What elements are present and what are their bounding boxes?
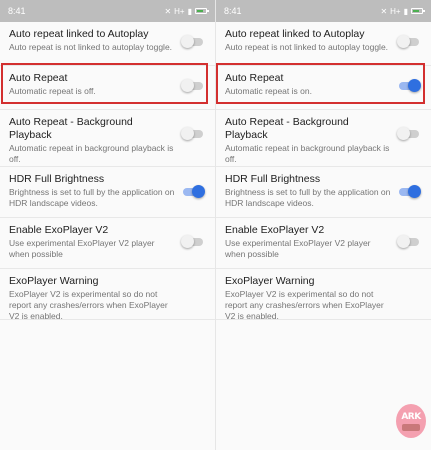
setting-exoplayer-warning: ExoPlayer Warning ExoPlayer V2 is experi… bbox=[0, 269, 215, 321]
network-type: H+ bbox=[390, 6, 401, 16]
status-time: 8:41 bbox=[224, 6, 242, 16]
toggle-thumb bbox=[408, 185, 421, 198]
status-bar: 8:41 ✕ H+ ▮ bbox=[216, 0, 431, 22]
toggle-thumb bbox=[397, 235, 410, 248]
setting-summary: Automatic repeat in background playback … bbox=[9, 143, 174, 164]
setting-title: Auto repeat linked to Autoplay bbox=[225, 28, 365, 40]
setting-title: Enable ExoPlayer V2 bbox=[225, 224, 325, 236]
signal-icon: ▮ bbox=[187, 6, 192, 16]
setting-summary: Auto repeat is not linked to autoplay to… bbox=[9, 42, 173, 52]
setting-auto-repeat-linked[interactable]: Auto repeat linked to Autoplay Auto repe… bbox=[216, 22, 431, 66]
battery-icon bbox=[195, 8, 209, 14]
status-bar: 8:41 ✕ H+ ▮ bbox=[0, 0, 215, 22]
auto-repeat-linked-toggle[interactable] bbox=[181, 35, 203, 48]
ark-logo-text: ARK bbox=[401, 411, 421, 422]
setting-summary: ExoPlayer V2 is experimental so do not r… bbox=[225, 289, 384, 321]
setting-summary: Use experimental ExoPlayer V2 player whe… bbox=[225, 238, 371, 259]
setting-summary: Auto repeat is not linked to autoplay to… bbox=[225, 42, 389, 52]
setting-exoplayer-warning: ExoPlayer Warning ExoPlayer V2 is experi… bbox=[216, 269, 431, 321]
setting-summary: Brightness is set to full by the applica… bbox=[225, 187, 391, 208]
hdr-full-brightness-toggle[interactable] bbox=[183, 185, 205, 198]
setting-enable-exoplayer-v2[interactable]: Enable ExoPlayer V2 Use experimental Exo… bbox=[0, 218, 215, 269]
toggle-thumb bbox=[397, 127, 410, 140]
toggle-thumb bbox=[192, 185, 205, 198]
setting-auto-repeat-linked[interactable]: Auto repeat linked to Autoplay Auto repe… bbox=[0, 22, 215, 66]
enable-exoplayer-v2-toggle[interactable] bbox=[181, 235, 203, 248]
setting-summary: Automatic repeat in background playback … bbox=[225, 143, 390, 164]
auto-repeat-linked-toggle[interactable] bbox=[397, 35, 419, 48]
setting-title: Auto Repeat - Background Playback bbox=[9, 116, 133, 141]
setting-enable-exoplayer-v2[interactable]: Enable ExoPlayer V2 Use experimental Exo… bbox=[216, 218, 431, 269]
setting-title: Auto repeat linked to Autoplay bbox=[9, 28, 149, 40]
status-time: 8:41 bbox=[8, 6, 26, 16]
enable-exoplayer-v2-toggle[interactable] bbox=[397, 235, 419, 248]
auto-repeat-background-toggle[interactable] bbox=[181, 127, 203, 140]
setting-title: ExoPlayer Warning bbox=[225, 275, 315, 287]
toggle-thumb bbox=[181, 127, 194, 140]
setting-title: HDR Full Brightness bbox=[225, 173, 321, 185]
toggle-thumb bbox=[181, 35, 194, 48]
setting-title: HDR Full Brightness bbox=[9, 173, 105, 185]
toggle-thumb bbox=[397, 35, 410, 48]
highlight-box-right bbox=[216, 63, 425, 104]
battery-icon bbox=[411, 8, 425, 14]
ark-logo: ARK bbox=[396, 404, 426, 438]
auto-repeat-background-toggle[interactable] bbox=[397, 127, 419, 140]
setting-title: Enable ExoPlayer V2 bbox=[9, 224, 109, 236]
highlight-box-left bbox=[1, 63, 208, 104]
network-type: H+ bbox=[174, 6, 185, 16]
signal-icon: ▮ bbox=[403, 6, 408, 16]
setting-hdr-full-brightness[interactable]: HDR Full Brightness Brightness is set to… bbox=[216, 167, 431, 218]
silent-icon: ✕ bbox=[380, 6, 388, 16]
toggle-thumb bbox=[181, 235, 194, 248]
hdr-full-brightness-toggle[interactable] bbox=[399, 185, 421, 198]
ark-logo-base bbox=[402, 423, 420, 431]
setting-title: Auto Repeat - Background Playback bbox=[225, 116, 349, 141]
setting-auto-repeat-background[interactable]: Auto Repeat - Background Playback Automa… bbox=[216, 110, 431, 167]
setting-summary: Brightness is set to full by the applica… bbox=[9, 187, 175, 208]
setting-summary: ExoPlayer V2 is experimental so do not r… bbox=[9, 289, 168, 321]
setting-title: ExoPlayer Warning bbox=[9, 275, 99, 287]
setting-hdr-full-brightness[interactable]: HDR Full Brightness Brightness is set to… bbox=[0, 167, 215, 218]
silent-icon: ✕ bbox=[164, 6, 172, 16]
setting-summary: Use experimental ExoPlayer V2 player whe… bbox=[9, 238, 155, 259]
setting-auto-repeat-background[interactable]: Auto Repeat - Background Playback Automa… bbox=[0, 110, 215, 167]
